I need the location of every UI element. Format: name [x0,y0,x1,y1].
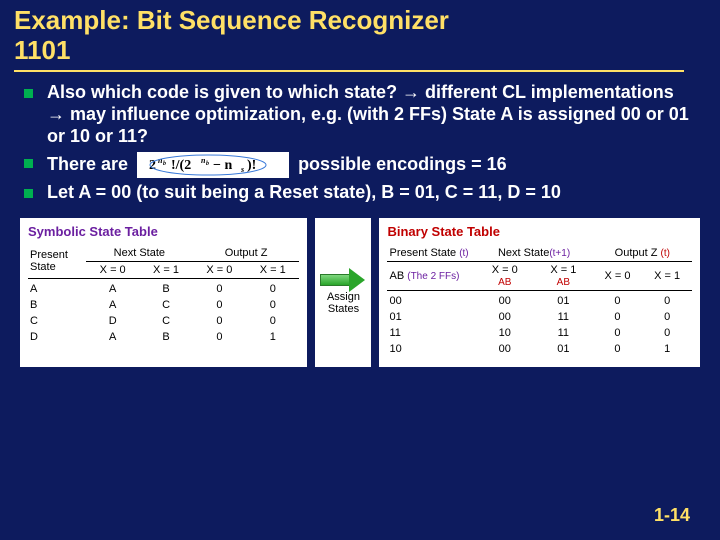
svg-text:b: b [163,161,166,167]
bullet-square-icon [24,159,33,168]
sub-x1: X = 1 [246,261,299,278]
table-row: 10 00 01 0 1 [387,341,692,357]
bullet-list: Also which code is given to which state?… [0,82,720,204]
bullet-item: There are 2 n b !/(2 n b − n s )! possib… [24,152,696,178]
title-line-1: Example: Bit Sequence Recognizer [14,5,449,35]
sub-x0: X = 0 [86,261,139,278]
table-title: Binary State Table [387,224,692,239]
page-number: 1-14 [654,505,690,526]
table-row: D A B 0 1 [28,329,299,345]
bullet-item: Also which code is given to which state?… [24,82,696,148]
symbolic-state-table: Present State Next State Output Z X = 0 … [28,245,299,345]
formula-image: 2 n b !/(2 n b − n s )! [137,152,289,178]
binary-state-table: Present State (t) Next State(t+1) Output… [387,245,692,357]
table-row: B A C 0 0 [28,297,299,313]
bullet-text: There are 2 n b !/(2 n b − n s )! possib… [47,152,507,178]
sub-x0: X = 0 AB [475,261,534,290]
table-row: C D C 0 0 [28,313,299,329]
table-row: 01 00 11 0 0 [387,309,692,325]
assign-arrow-group: Assign States [317,269,369,315]
table-title: Symbolic State Table [28,224,299,239]
symbolic-state-table-card: Symbolic State Table Present State Next … [20,218,307,367]
sub-x1: X = 1 AB [534,261,593,290]
svg-text:b: b [206,161,209,167]
binary-state-table-card: Binary State Table Present State (t) Nex… [379,218,700,367]
col-present: Present State (t) [387,245,475,262]
bullet-square-icon [24,189,33,198]
sub-x1: X = 1 [642,261,692,290]
col-next: Next State [86,245,193,262]
title-underline [14,70,684,72]
bullet-text: Let A = 00 (to suit being a Reset state)… [47,182,561,204]
bullet-text: Also which code is given to which state?… [47,82,696,148]
bullet-text-suffix: possible encodings = 16 [298,153,507,173]
bullet-item: Let A = 00 (to suit being a Reset state)… [24,182,696,204]
arrow-label: States [328,303,359,315]
slide-title: Example: Bit Sequence Recognizer 1101 [0,0,720,70]
svg-text:!/(2: !/(2 [171,158,191,173]
tables-container: Symbolic State Table Present State Next … [0,208,720,367]
table-row: 00 00 01 0 0 [387,290,692,309]
bullet-square-icon [24,89,33,98]
svg-text:− n: − n [213,158,232,173]
sub-ab: AB (The 2 FFs) [387,261,475,290]
sub-x0: X = 0 [593,261,643,290]
col-next: Next State(t+1) [475,245,592,262]
title-line-2: 1101 [14,35,70,65]
col-present: Present State [28,245,86,279]
sub-x1: X = 1 [139,261,192,278]
col-output: Output Z [193,245,300,262]
arrow-label: Assign [327,291,360,303]
arrow-card: Assign States [315,218,371,367]
table-row: 11 10 11 0 0 [387,325,692,341]
bullet-text-prefix: There are [47,153,133,173]
sub-x0: X = 0 [193,261,246,278]
arrow-right-icon [320,269,366,291]
table-row: A A B 0 0 [28,278,299,297]
col-output: Output Z (t) [593,245,692,262]
